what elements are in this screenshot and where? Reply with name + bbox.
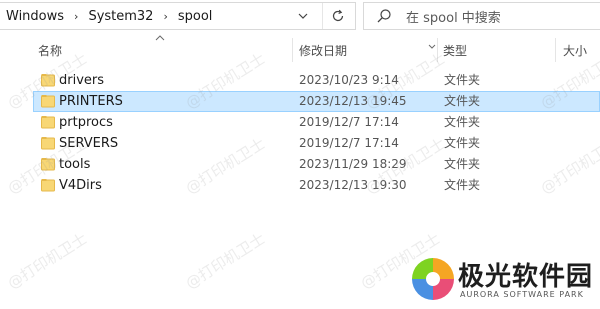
column-divider[interactable]	[555, 38, 556, 62]
column-divider[interactable]	[292, 38, 293, 62]
list-item[interactable]: prtprocs 2019/12/7 17:14 文件夹	[33, 112, 600, 133]
watermark-text: @打印机卫士	[182, 229, 269, 293]
item-type: 文件夹	[444, 115, 481, 129]
item-type: 文件夹	[444, 178, 481, 192]
folder-icon	[41, 137, 55, 150]
column-header-size[interactable]: 大小	[563, 36, 587, 64]
navigation-bar: Windows › System32 › spool 在 spool 中搜索	[0, 0, 600, 33]
column-header-type[interactable]: 类型	[443, 36, 467, 64]
item-date: 2019/12/7 17:14	[299, 115, 399, 129]
column-header-date[interactable]: 修改日期	[299, 36, 347, 64]
list-item-selected[interactable]: PRINTERS 2023/12/13 19:45 文件夹	[33, 91, 600, 112]
breadcrumb-spool[interactable]: spool	[174, 9, 217, 24]
brand-name: 极光软件园	[458, 262, 594, 292]
folder-icon	[41, 95, 55, 108]
item-type: 文件夹	[444, 157, 481, 171]
column-header-name[interactable]: 名称	[38, 36, 62, 64]
item-date: 2023/12/13 19:30	[299, 178, 407, 192]
chevron-down-icon[interactable]	[428, 44, 436, 50]
search-icon	[376, 7, 394, 25]
folder-icon	[41, 158, 55, 171]
folder-icon	[41, 116, 55, 129]
address-bar[interactable]: Windows › System32 › spool	[0, 2, 356, 30]
column-header: 名称 修改日期 类型 大小	[0, 35, 600, 64]
breadcrumb-separator[interactable]: ›	[157, 10, 173, 23]
item-type: 文件夹	[444, 94, 481, 108]
chevron-down-icon	[298, 13, 308, 19]
list-item[interactable]: SERVERS 2019/12/7 17:14 文件夹	[33, 133, 600, 154]
watermark-text: @打印机卫士	[4, 229, 91, 293]
list-item[interactable]: drivers 2023/10/23 9:14 文件夹	[33, 70, 600, 91]
item-name: PRINTERS	[59, 94, 123, 109]
item-name: prtprocs	[59, 115, 113, 130]
search-input[interactable]: 在 spool 中搜索	[406, 7, 501, 26]
list-item[interactable]: tools 2023/11/29 18:29 文件夹	[33, 154, 600, 175]
sort-ascending-icon	[155, 35, 165, 41]
item-date: 2023/10/23 9:14	[299, 73, 399, 87]
refresh-button[interactable]	[322, 3, 353, 29]
item-date: 2019/12/7 17:14	[299, 136, 399, 150]
address-history-button[interactable]	[292, 3, 314, 29]
column-divider[interactable]	[437, 38, 438, 62]
list-item[interactable]: V4Dirs 2023/12/13 19:30 文件夹	[33, 175, 600, 196]
brand-logo: 极光软件园 AURORA SOFTWARE PARK	[408, 252, 598, 306]
folder-icon	[41, 179, 55, 192]
item-name: tools	[59, 157, 91, 172]
item-type: 文件夹	[444, 136, 481, 150]
item-name: V4Dirs	[59, 178, 102, 193]
refresh-icon	[332, 9, 344, 22]
search-box[interactable]: 在 spool 中搜索	[363, 2, 600, 30]
breadcrumb-windows[interactable]: Windows	[0, 9, 68, 24]
item-date: 2023/12/13 19:45	[299, 94, 407, 108]
aurora-logo-icon	[412, 258, 454, 300]
breadcrumb-separator[interactable]: ›	[68, 10, 84, 23]
item-name: SERVERS	[59, 136, 119, 151]
brand-tagline: AURORA SOFTWARE PARK	[460, 290, 584, 299]
item-type: 文件夹	[444, 73, 481, 87]
folder-icon	[41, 74, 55, 87]
item-date: 2023/11/29 18:29	[299, 157, 407, 171]
breadcrumb-system32[interactable]: System32	[84, 9, 157, 24]
item-name: drivers	[59, 73, 105, 88]
